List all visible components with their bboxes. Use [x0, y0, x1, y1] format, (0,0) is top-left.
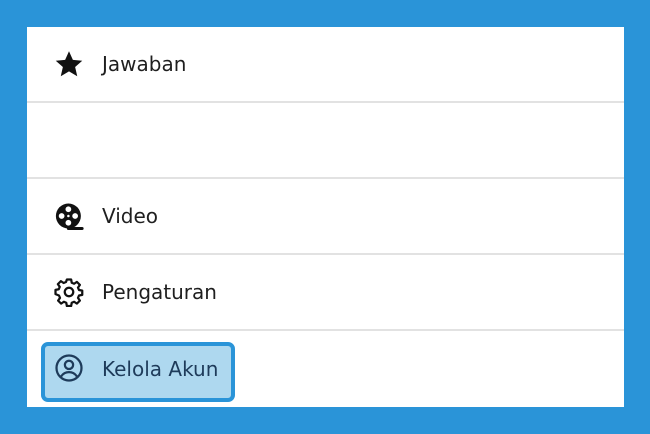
menu-item-label: Pengaturan — [102, 280, 217, 304]
gear-icon — [54, 277, 84, 307]
menu-item-empty — [27, 103, 624, 179]
menu-item-video[interactable]: Video — [27, 179, 624, 255]
account-circle-icon — [54, 353, 84, 383]
star-icon — [54, 49, 84, 79]
menu-item-label: Jawaban — [102, 52, 187, 76]
menu-item-pengaturan[interactable]: Pengaturan — [27, 255, 624, 331]
menu-item-label: Video — [102, 204, 159, 228]
menu-item-jawaban[interactable]: Jawaban — [27, 27, 624, 103]
film-reel-icon — [54, 201, 84, 231]
menu-item-kelola-akun[interactable]: Kelola Akun — [27, 331, 624, 407]
menu-item-label: Kelola Akun — [102, 357, 219, 381]
side-menu-panel: Jawaban Video Pengaturan Kelola Akun — [27, 27, 624, 407]
